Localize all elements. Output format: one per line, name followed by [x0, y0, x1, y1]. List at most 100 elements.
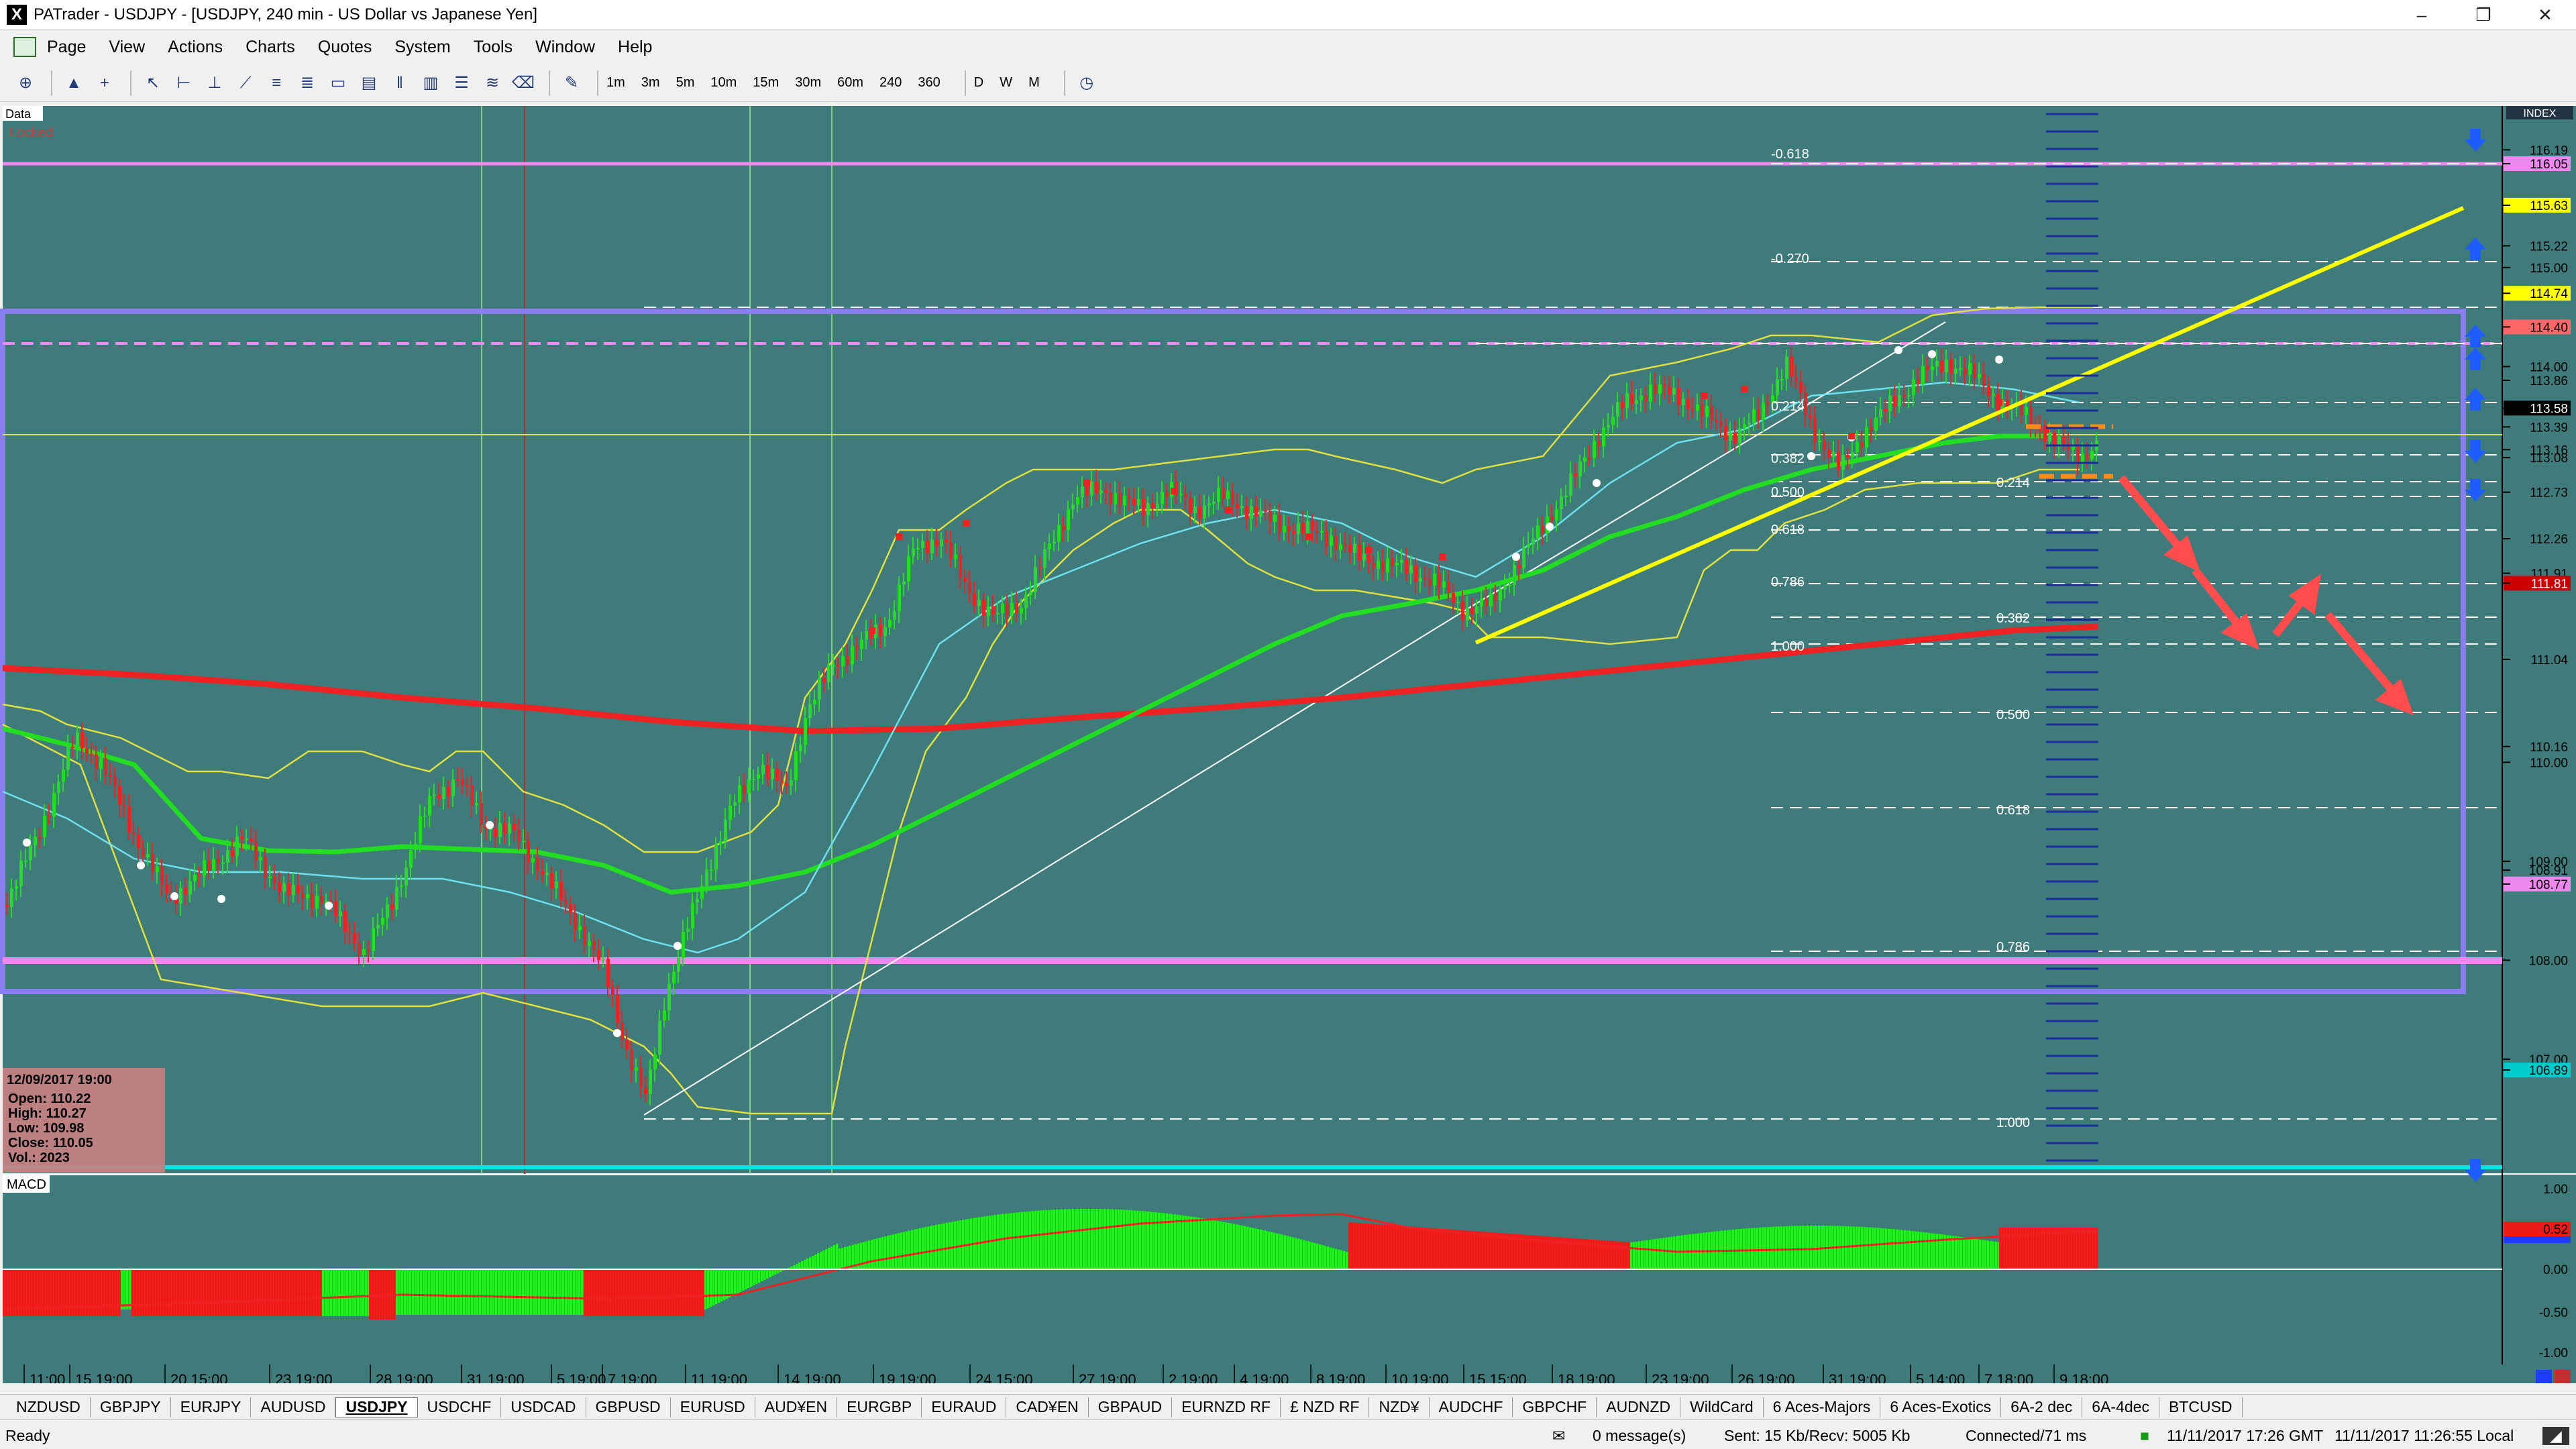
candle-body[interactable] — [400, 885, 403, 888]
candle-body[interactable] — [343, 911, 347, 932]
candle-body[interactable] — [818, 678, 821, 700]
candle-body[interactable] — [1118, 493, 1122, 506]
candle-body[interactable] — [165, 884, 168, 894]
signal-dot[interactable] — [1546, 523, 1554, 531]
candle-body[interactable] — [447, 787, 450, 796]
candle-body[interactable] — [785, 783, 788, 786]
candle-body[interactable] — [1137, 499, 1140, 505]
candle-body[interactable] — [1794, 376, 1798, 382]
signal-square[interactable] — [869, 627, 875, 634]
candle-body[interactable] — [151, 854, 154, 873]
candle-body[interactable] — [1048, 543, 1051, 549]
candle-body[interactable] — [1578, 462, 1582, 477]
candle-body[interactable] — [1776, 379, 1779, 396]
candle-body[interactable] — [1006, 603, 1009, 616]
candle-body[interactable] — [926, 541, 929, 553]
candle-body[interactable] — [635, 1067, 638, 1071]
candle-body[interactable] — [621, 1022, 624, 1040]
menu-system[interactable]: System — [394, 38, 450, 57]
candle-body[interactable] — [1982, 374, 1986, 386]
text-icon[interactable]: ☰ — [448, 70, 475, 97]
symbol-tab[interactable]: USDJPY — [335, 1397, 418, 1417]
candle-body[interactable] — [1870, 427, 1873, 431]
candle-body[interactable] — [991, 606, 995, 614]
candle-body[interactable] — [203, 859, 206, 875]
price-chart[interactable]: Data Locked INDEX MACD -0.618-0.2700.214… — [0, 102, 2576, 1394]
candle-body[interactable] — [1062, 525, 1065, 531]
clock-icon[interactable]: ◷ — [1073, 70, 1100, 97]
candle-body[interactable] — [1466, 608, 1469, 621]
candle-body[interactable] — [292, 885, 295, 896]
candle-body[interactable] — [700, 885, 704, 899]
candle-body[interactable] — [1926, 366, 1929, 370]
candle-body[interactable] — [1250, 506, 1253, 519]
candle-body[interactable] — [1151, 502, 1155, 508]
axis-scroll-right-icon[interactable] — [2555, 1370, 2571, 1385]
candle-body[interactable] — [405, 867, 408, 886]
candle-body[interactable] — [545, 873, 549, 875]
candle-body[interactable] — [217, 859, 220, 863]
candle-body[interactable] — [235, 837, 239, 857]
candle-body[interactable] — [1386, 558, 1389, 573]
candle-body[interactable] — [297, 885, 300, 894]
fib-time-icon[interactable]: ‖ — [386, 70, 413, 97]
fib-extension-icon[interactable]: ≣ — [294, 70, 321, 97]
candle-body[interactable] — [672, 971, 676, 984]
candle-body[interactable] — [419, 816, 422, 844]
candle-body[interactable] — [738, 785, 741, 803]
candle-body[interactable] — [1278, 515, 1281, 533]
candle-body[interactable] — [508, 824, 511, 834]
signal-dot[interactable] — [217, 895, 225, 903]
candle-body[interactable] — [536, 858, 539, 871]
candle-body[interactable] — [179, 888, 182, 904]
candle-body[interactable] — [2043, 431, 2047, 442]
menu-tools[interactable]: Tools — [474, 38, 513, 57]
candle-body[interactable] — [555, 881, 558, 889]
candle-body[interactable] — [945, 539, 948, 543]
signal-dot[interactable] — [1995, 356, 2003, 364]
candle-body[interactable] — [414, 843, 417, 851]
candle-body[interactable] — [1780, 378, 1784, 380]
candle-body[interactable] — [1607, 425, 1610, 428]
candle-body[interactable] — [574, 912, 577, 930]
candle-body[interactable] — [57, 782, 60, 793]
candle-body[interactable] — [1316, 531, 1319, 533]
candle-body[interactable] — [320, 896, 323, 904]
candle-body[interactable] — [1522, 547, 1525, 569]
candle-body[interactable] — [902, 581, 906, 585]
candle-body[interactable] — [15, 886, 18, 889]
candle-body[interactable] — [935, 539, 938, 547]
candle-body[interactable] — [376, 924, 380, 929]
draw-icon[interactable]: ✎ — [558, 70, 585, 97]
candle-body[interactable] — [1231, 491, 1234, 504]
candle-body[interactable] — [907, 555, 910, 582]
candle-body[interactable] — [949, 542, 953, 559]
candle-body[interactable] — [1663, 384, 1666, 387]
candle-body[interactable] — [2086, 453, 2089, 460]
candle-body[interactable] — [470, 785, 474, 806]
candle-body[interactable] — [1517, 565, 1521, 569]
candle-body[interactable] — [80, 732, 84, 749]
candle-body[interactable] — [43, 816, 46, 837]
symbol-tab[interactable]: USDCAD — [501, 1397, 586, 1417]
candle-body[interactable] — [1583, 458, 1587, 462]
candle-body[interactable] — [625, 1040, 629, 1050]
pointer-icon[interactable]: ↖ — [140, 70, 166, 97]
candle-body[interactable] — [1325, 531, 1328, 546]
candle-body[interactable] — [268, 876, 272, 878]
candle-body[interactable] — [207, 859, 211, 871]
candle-body[interactable] — [1621, 402, 1624, 409]
signal-dot[interactable] — [1512, 553, 1520, 561]
candle-body[interactable] — [1569, 473, 1572, 496]
candle-body[interactable] — [348, 932, 352, 934]
candle-body[interactable] — [123, 804, 126, 807]
symbol-tab[interactable]: EURGBP — [837, 1397, 922, 1417]
candle-body[interactable] — [1226, 491, 1230, 499]
candle-body[interactable] — [1320, 531, 1324, 533]
candle-body[interactable] — [1123, 496, 1126, 506]
candle-body[interactable] — [1841, 454, 1845, 470]
candle-body[interactable] — [691, 902, 694, 929]
candle-body[interactable] — [1879, 409, 1882, 418]
signal-dot[interactable] — [137, 861, 145, 869]
candle-body[interactable] — [1973, 363, 1976, 378]
